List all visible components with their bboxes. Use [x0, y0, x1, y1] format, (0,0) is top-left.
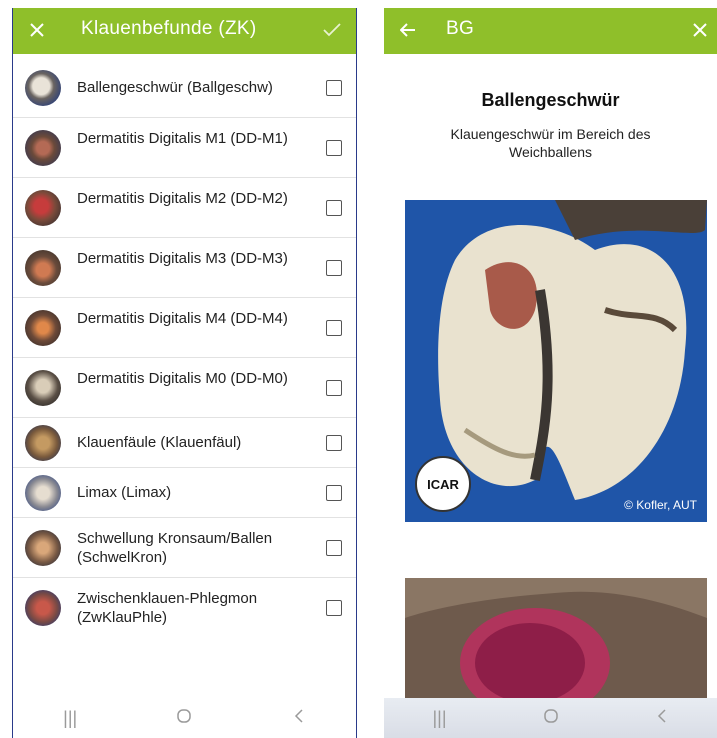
recents-icon[interactable]: |||: [410, 708, 470, 729]
list-item-label: Dermatitis Digitalis M1 (DD-M1): [77, 130, 288, 147]
finding-thumbnail: [25, 250, 61, 286]
list-item-label: Dermatitis Digitalis M0 (DD-M0): [77, 370, 288, 387]
checkbox[interactable]: [326, 200, 342, 216]
list-item[interactable]: Dermatitis Digitalis M2 (DD-M2): [13, 178, 356, 238]
list-item-label: Dermatitis Digitalis M3 (DD-M3): [77, 250, 288, 267]
nav-back-icon[interactable]: [632, 708, 692, 729]
app-bar: Klauenbefunde (ZK): [13, 8, 356, 54]
list-item[interactable]: Dermatitis Digitalis M3 (DD-M3): [13, 238, 356, 298]
finding-heading: Ballengeschwür: [481, 90, 620, 110]
finding-thumbnail: [25, 590, 61, 626]
back-arrow-icon[interactable]: [394, 16, 422, 44]
list-item[interactable]: Klauenfäule (Klauenfäul): [13, 418, 356, 468]
checkbox[interactable]: [326, 380, 342, 396]
list-item-label: Ballengeschwür (Ballgeschw): [77, 79, 273, 96]
finding-thumbnail: [25, 530, 61, 566]
finding-photo: ICAR © Kofler, AUT: [405, 200, 707, 522]
page-title: Klauenbefunde (ZK): [81, 18, 257, 39]
list-item[interactable]: Zwischenklauen-Phlegmon (ZwKlauPhle): [13, 578, 356, 638]
checkbox[interactable]: [326, 260, 342, 276]
page-title: BG: [446, 18, 475, 39]
checkbox[interactable]: [326, 320, 342, 336]
app-bar: BG: [384, 8, 717, 54]
list-item-label: Dermatitis Digitalis M2 (DD-M2): [77, 190, 288, 207]
checkbox[interactable]: [326, 485, 342, 501]
list-item-label: Dermatitis Digitalis M4 (DD-M4): [77, 310, 288, 327]
finding-thumbnail: [25, 425, 61, 461]
list-item[interactable]: Schwellung Kronsaum/Ballen (SchwelKron): [13, 518, 356, 578]
system-nav-bar: |||: [384, 698, 717, 738]
list-item[interactable]: Dermatitis Digitalis M1 (DD-M1): [13, 118, 356, 178]
home-icon[interactable]: [521, 708, 581, 729]
photo-credit: © Kofler, AUT: [624, 498, 697, 512]
close-icon[interactable]: [686, 16, 714, 44]
finding-photo: [405, 578, 707, 703]
finding-thumbnail: [25, 370, 61, 406]
list-item-label: Limax (Limax): [77, 484, 172, 501]
checkbox[interactable]: [326, 140, 342, 156]
finding-thumbnail: [25, 310, 61, 346]
finding-description: Klauengeschwür im Bereich des Weichballe…: [450, 126, 651, 160]
nav-back-icon[interactable]: [269, 708, 329, 729]
icar-logo: ICAR: [415, 456, 471, 512]
list-item[interactable]: Dermatitis Digitalis M4 (DD-M4): [13, 298, 356, 358]
list-item-label: Zwischenklauen-Phlegmon (ZwKlauPhle): [77, 590, 258, 626]
finding-thumbnail: [25, 130, 61, 166]
system-nav-bar: |||: [13, 698, 356, 738]
list-item[interactable]: Ballengeschwür (Ballgeschw): [13, 58, 356, 118]
list-item-label: Klauenfäule (Klauenfäul): [77, 434, 242, 451]
checkbox[interactable]: [326, 540, 342, 556]
screen-finding-detail: BG Ballengeschwür Klauengeschwür im Bere…: [384, 8, 717, 738]
recents-icon[interactable]: |||: [40, 708, 100, 729]
list-item-label: Schwellung Kronsaum/Ballen (SchwelKron): [77, 530, 273, 566]
list-item[interactable]: Limax (Limax): [13, 468, 356, 518]
findings-list: Ballengeschwür (Ballgeschw) Dermatitis D…: [13, 58, 356, 638]
finding-thumbnail: [25, 190, 61, 226]
home-icon[interactable]: [154, 708, 214, 729]
check-icon[interactable]: [318, 16, 346, 44]
checkbox[interactable]: [326, 600, 342, 616]
checkbox[interactable]: [326, 80, 342, 96]
list-item[interactable]: Dermatitis Digitalis M0 (DD-M0): [13, 358, 356, 418]
finding-thumbnail: [25, 70, 61, 106]
close-icon[interactable]: [23, 16, 51, 44]
checkbox[interactable]: [326, 435, 342, 451]
screen-claw-findings: Klauenbefunde (ZK) Ballengeschwür (Ballg…: [12, 8, 357, 738]
finding-thumbnail: [25, 475, 61, 511]
